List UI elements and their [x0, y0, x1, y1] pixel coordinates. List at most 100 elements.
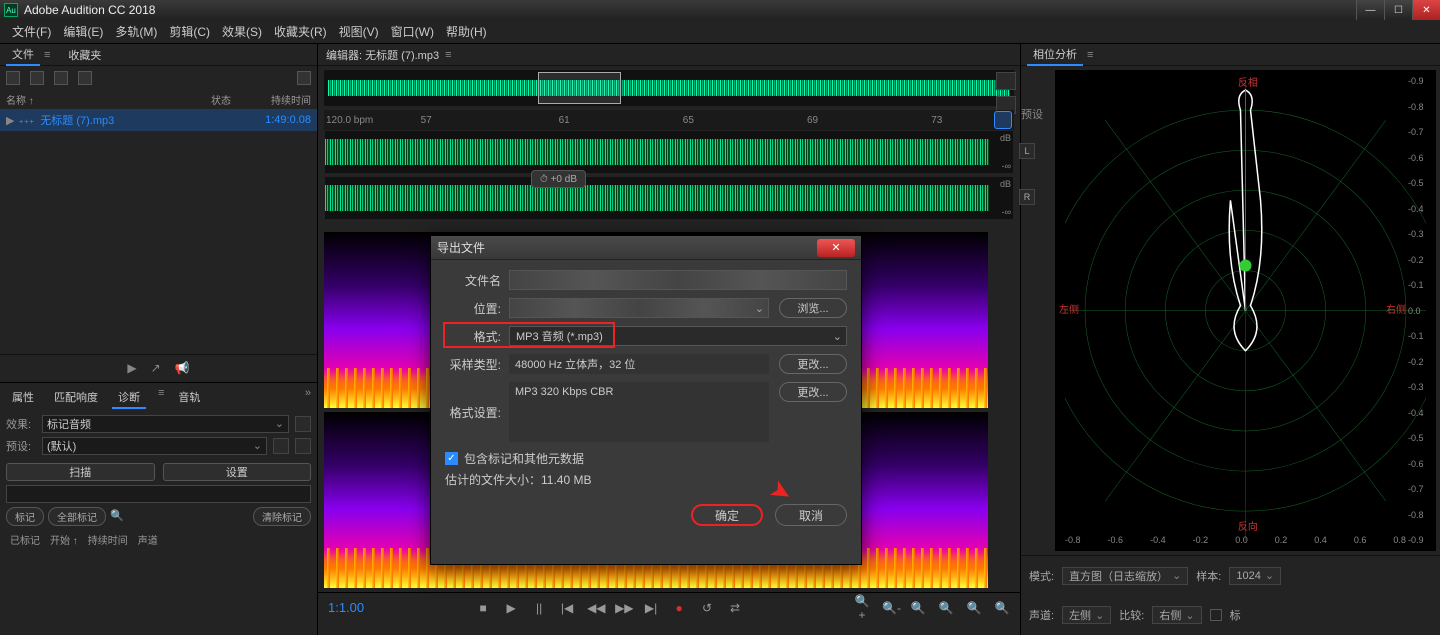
samples-select[interactable]: 1024⌄ — [1229, 567, 1281, 585]
maximize-button[interactable]: ☐ — [1384, 0, 1412, 20]
mark-button[interactable]: 标记 — [6, 507, 44, 526]
menu-effects[interactable]: 效果(S) — [216, 21, 268, 42]
waveform-tracks[interactable]: dB -∞ L ⏱ +0 dB dB -∞ R — [324, 130, 1014, 230]
menu-window[interactable]: 窗口(W) — [385, 21, 440, 42]
menu-edit[interactable]: 编辑(E) — [57, 21, 109, 42]
phase-menu-icon[interactable]: ≡ — [1087, 49, 1093, 61]
stop-button[interactable]: ■ — [475, 601, 491, 615]
record-button[interactable]: ● — [671, 601, 687, 615]
files-tab-menu-icon[interactable]: ≡ — [44, 49, 50, 61]
overview-waveform[interactable] — [324, 70, 1014, 106]
diag-menu-icon[interactable]: ≡ — [158, 387, 164, 409]
loop-button[interactable]: ↺ — [699, 601, 715, 615]
play-icon[interactable]: ▶ — [127, 361, 136, 375]
phase-display[interactable]: 反相 左侧 右侧 反向 -0.9-0.8-0.7-0.6-0.5-0.4-0.3… — [1055, 70, 1436, 551]
metadata-checkbox-row[interactable]: ✓ 包含标记和其他元数据 — [445, 450, 847, 467]
preset-select[interactable]: (默认)⌄ — [42, 437, 267, 455]
menu-file[interactable]: 文件(F) — [6, 21, 57, 42]
compare-select[interactable]: 右侧⌄ — [1152, 606, 1201, 624]
effect-select[interactable]: 标记音频⌄ — [42, 415, 289, 433]
panel-more-icon[interactable]: » — [305, 387, 311, 409]
mark-all-button[interactable]: 全部标记 — [48, 507, 106, 526]
zoom-in-icon[interactable]: 🔍+ — [854, 594, 870, 622]
channel-select[interactable]: 左侧⌄ — [1062, 606, 1111, 624]
forward-button[interactable]: ▶▶ — [615, 601, 631, 615]
next-button[interactable]: ▶| — [643, 601, 659, 615]
tab-files[interactable]: 文件 — [6, 44, 40, 66]
pause-button[interactable]: || — [531, 601, 547, 615]
col-name[interactable]: 名称 ↑ — [6, 92, 211, 107]
track-left[interactable]: dB -∞ L — [324, 130, 1014, 174]
mcol-channel[interactable]: 声道 — [138, 532, 158, 547]
menu-multitrack[interactable]: 多轨(M) — [109, 21, 163, 42]
tab-favorites[interactable]: 收藏夹 — [62, 45, 107, 65]
menu-clip[interactable]: 剪辑(C) — [163, 21, 216, 42]
diag-scrollbox[interactable] — [6, 485, 311, 503]
tab-diagnostics[interactable]: 诊断 — [112, 387, 146, 409]
delete-preset-icon[interactable] — [295, 438, 311, 454]
rewind-button[interactable]: ◀◀ — [587, 601, 603, 615]
settings-button[interactable]: 设置 — [163, 463, 312, 481]
change-format-button[interactable]: 更改... — [779, 382, 847, 402]
menu-view[interactable]: 视图(V) — [333, 21, 385, 42]
mcol-marked[interactable]: 已标记 — [10, 532, 40, 547]
clear-marks-button[interactable]: 清除标记 — [253, 507, 311, 526]
open-file-icon[interactable] — [30, 71, 44, 85]
phase-polar-plot — [1065, 80, 1426, 541]
time-ruler[interactable]: 120.0 bpm 57 61 65 69 73 — [324, 110, 1014, 130]
filename-input[interactable] — [509, 270, 847, 290]
close-window-button[interactable]: ✕ — [1412, 0, 1440, 20]
dialog-close-button[interactable]: ✕ — [817, 239, 855, 257]
speaker-icon[interactable]: 📢 — [175, 361, 190, 375]
filter-icon[interactable] — [297, 71, 311, 85]
menu-help[interactable]: 帮助(H) — [440, 21, 493, 42]
headphones-icon[interactable] — [994, 111, 1012, 129]
change-sample-button[interactable]: 更改... — [779, 354, 847, 374]
mcol-dur[interactable]: 持续时间 — [88, 532, 128, 547]
marks-header: 已标记 开始 ↑ 持续时间 声道 — [6, 530, 311, 549]
import-icon[interactable] — [78, 71, 92, 85]
tab-loudness[interactable]: 匹配响度 — [48, 387, 104, 409]
tab-track[interactable]: 音轨 — [172, 387, 206, 409]
expand-icon[interactable]: ▶ — [6, 114, 14, 127]
mcol-start[interactable]: 开始 ↑ — [50, 532, 78, 547]
format-select[interactable]: MP3 音频 (*.mp3)⌄ — [509, 326, 847, 346]
skip-button[interactable]: ⇄ — [727, 601, 743, 615]
new-file-icon[interactable] — [6, 71, 20, 85]
zoom-fit-icon[interactable]: 🔍 — [910, 601, 926, 615]
volume-indicator[interactable]: ⏱ +0 dB — [531, 170, 586, 188]
multitrack-icon[interactable] — [54, 71, 68, 85]
menu-favorites[interactable]: 收藏夹(R) — [268, 21, 333, 42]
prev-button[interactable]: |◀ — [559, 601, 575, 615]
minimize-button[interactable]: — — [1356, 0, 1384, 20]
browse-button[interactable]: 浏览... — [779, 298, 847, 318]
col-status[interactable]: 状态 — [211, 92, 251, 107]
editor-menu-icon[interactable]: ≡ — [445, 49, 451, 61]
checkbox-icon[interactable]: ✓ — [445, 452, 458, 465]
dialog-titlebar[interactable]: 导出文件 ✕ — [431, 236, 861, 260]
cancel-button[interactable]: 取消 — [775, 504, 847, 526]
zoom-tool-icon[interactable] — [996, 72, 1016, 90]
send-icon[interactable]: ↗ — [151, 361, 161, 375]
timecode[interactable]: 1:1.00 — [328, 600, 364, 615]
zoom-out-icon[interactable]: 🔍- — [882, 601, 898, 615]
col-duration[interactable]: 持续时间 — [251, 92, 311, 107]
ok-button[interactable]: 确定 — [691, 504, 763, 526]
samples-label: 样本: — [1196, 568, 1221, 584]
zoom-in-v-icon[interactable]: 🔍 — [966, 601, 982, 615]
zoom-out-v-icon[interactable]: 🔍 — [994, 601, 1010, 615]
tab-properties[interactable]: 属性 — [6, 387, 40, 409]
overview-selection[interactable] — [538, 72, 621, 104]
play-button[interactable]: ▶ — [503, 601, 519, 615]
search-icon[interactable]: 🔍 — [110, 509, 124, 523]
scan-button[interactable]: 扫描 — [6, 463, 155, 481]
location-select[interactable]: ⌄ — [509, 298, 769, 318]
tab-phase[interactable]: 相位分析 — [1027, 44, 1083, 66]
track-right[interactable]: dB -∞ R — [324, 176, 1014, 220]
mode-select[interactable]: 直方图（日志缩放）⌄ — [1062, 567, 1188, 585]
mark-checkbox[interactable] — [1210, 609, 1222, 621]
info-icon[interactable] — [295, 416, 311, 432]
file-row[interactable]: ▶ ₊₊₊ 无标题 (7).mp3 1:49:0.08 — [0, 109, 317, 131]
save-preset-icon[interactable] — [273, 438, 289, 454]
zoom-sel-icon[interactable]: 🔍 — [938, 601, 954, 615]
